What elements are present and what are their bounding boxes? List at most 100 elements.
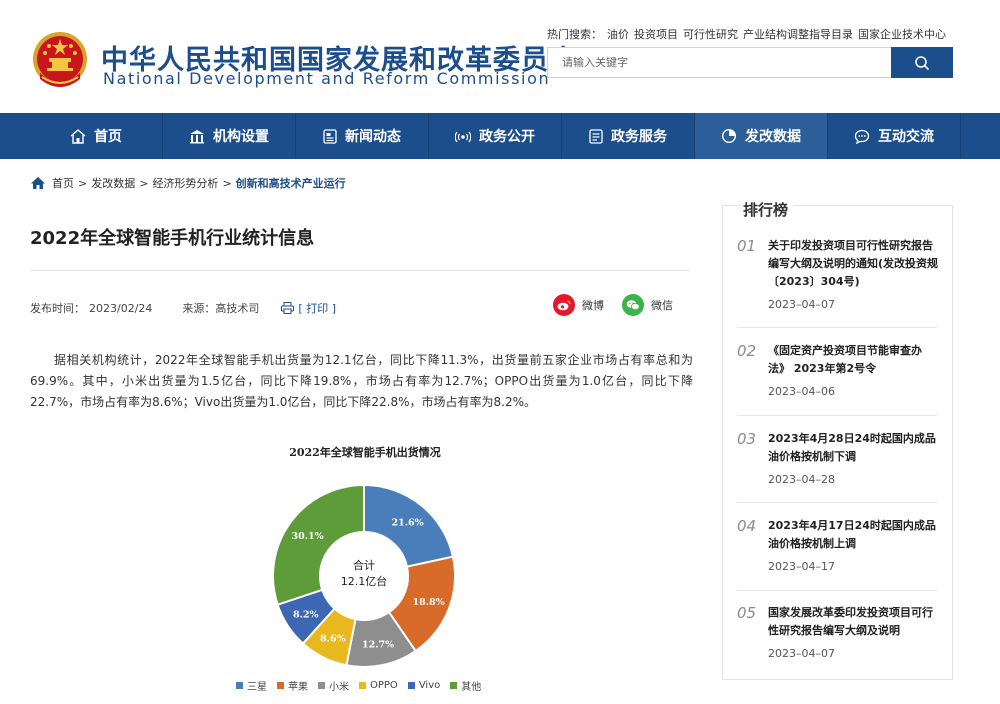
hot-search-label: 热门搜索： xyxy=(547,28,602,41)
legend-label: OPPO xyxy=(370,680,398,691)
print-button[interactable]: [ 打印 ] xyxy=(281,300,336,316)
share-wechat-label: 微信 xyxy=(651,299,673,312)
nav-item-label: 新闻动态 xyxy=(345,129,401,145)
print-label: [ 打印 ] xyxy=(298,302,336,315)
legend-label: 小米 xyxy=(329,682,349,693)
legend-swatch xyxy=(318,682,325,689)
breadcrumb-item[interactable]: 首页 xyxy=(52,175,74,191)
pie-chart-icon xyxy=(721,128,737,144)
site-title-en[interactable]: National Development and Reform Commissi… xyxy=(103,69,550,88)
slice-data-label: 12.7% xyxy=(362,640,394,651)
hot-search-link[interactable]: 可行性研究 xyxy=(683,28,738,41)
legend-item: 三星 xyxy=(236,678,267,693)
rank-title[interactable]: 2023年4月17日24时起国内成品油价格按机制上调 xyxy=(768,517,940,553)
article-source: 来源：高技术司 xyxy=(182,302,260,315)
slice-data-label: 30.1% xyxy=(292,531,324,542)
slice-data-label: 21.6% xyxy=(392,517,424,528)
nav-item-home[interactable]: 首页 xyxy=(30,113,162,159)
rank-title[interactable]: 2023年4月28日24时起国内成品油价格按机制下调 xyxy=(768,430,940,466)
nav-item-news[interactable]: 新闻动态 xyxy=(296,113,428,159)
chart-title: 2022年全球智能手机出货情况 xyxy=(289,446,441,459)
building-icon xyxy=(189,129,205,144)
broadcast-icon xyxy=(455,129,471,144)
title-divider xyxy=(30,270,690,271)
chart-legend: 三星 苹果 小米 OPPO Vivo 其他 xyxy=(236,678,491,693)
rank-number: 05 xyxy=(737,604,757,622)
main-nav: 首页 机构设置 新闻动态 政务公开 政务服务 发改数据 互动交流 xyxy=(0,113,1000,159)
hot-search: 热门搜索： 油价 投资项目 可行性研究 产业结构调整指导目录 国家企业技术中心 xyxy=(547,26,951,42)
nav-item-data[interactable]: 发改数据 xyxy=(695,113,827,159)
rank-number: 04 xyxy=(737,517,757,535)
legend-item: OPPO xyxy=(359,678,398,693)
legend-label: 其他 xyxy=(461,682,482,693)
wechat-icon xyxy=(622,294,644,316)
nav-item-interaction[interactable]: 互动交流 xyxy=(828,113,960,159)
hot-search-link[interactable]: 投资项目 xyxy=(634,28,678,41)
home-icon[interactable] xyxy=(30,176,46,190)
publish-label: 发布时间： xyxy=(30,302,85,315)
nav-item-label: 政务公开 xyxy=(479,129,535,145)
share-weibo-label: 微博 xyxy=(582,299,604,312)
article-body: 据相关机构统计，2022年全球智能手机出货量为12.1亿台，同比下降11.3%，… xyxy=(30,353,693,409)
home-icon xyxy=(70,128,86,144)
search-icon xyxy=(915,55,929,70)
rank-date: 2023–04–07 xyxy=(768,298,835,311)
rank-title[interactable]: 国家发展改革委印发投资项目可行性研究报告编写大纲及说明 xyxy=(768,604,940,640)
nav-item-label: 机构设置 xyxy=(213,129,269,145)
slice-data-label: 8.6% xyxy=(320,634,346,645)
legend-swatch xyxy=(236,682,243,689)
legend-label: 三星 xyxy=(247,682,267,693)
nav-item-label: 首页 xyxy=(94,129,122,145)
nav-divider xyxy=(960,113,961,159)
hot-search-link[interactable]: 油价 xyxy=(607,28,629,41)
legend-swatch xyxy=(277,682,284,689)
rank-date: 2023–04–28 xyxy=(768,473,835,486)
site-header: 中华人民共和国国家发展和改革委员会 National Development a… xyxy=(0,0,1000,113)
legend-label: Vivo xyxy=(418,680,441,691)
rank-divider xyxy=(737,415,937,416)
rank-title[interactable]: 《固定资产投资项目节能审查办法》 2023年第2号令 xyxy=(768,342,940,378)
nav-divider xyxy=(0,113,30,159)
search-input[interactable] xyxy=(548,48,891,77)
legend-item: 其他 xyxy=(450,678,481,693)
article-title: 2022年全球智能手机行业统计信息 xyxy=(30,228,315,249)
printer-icon xyxy=(281,302,295,314)
hot-search-link[interactable]: 国家企业技术中心 xyxy=(858,28,946,41)
rank-number: 03 xyxy=(737,430,757,448)
rank-date: 2023–04–06 xyxy=(768,385,835,398)
ranking-sidebar: 排行榜 01 关于印发投资项目可行性研究报告编写大纲及说明的通知(发改投资规〔2… xyxy=(722,199,953,680)
rank-number: 02 xyxy=(737,342,757,360)
rank-number: 01 xyxy=(737,237,757,255)
share-weibo-button[interactable]: 微博 xyxy=(553,294,604,316)
breadcrumb-item[interactable]: 发改数据 xyxy=(91,175,135,191)
nav-item-gov-affairs[interactable]: 政务公开 xyxy=(429,113,561,159)
breadcrumb-item[interactable]: 经济形势分析 xyxy=(152,175,218,191)
rank-date: 2023–04–17 xyxy=(768,560,835,573)
news-icon xyxy=(323,128,337,144)
nav-item-label: 发改数据 xyxy=(745,129,801,145)
breadcrumb-item[interactable]: 创新和高技术产业运行 xyxy=(236,175,346,191)
legend-swatch xyxy=(359,682,366,689)
chat-icon xyxy=(854,129,870,144)
rank-title[interactable]: 关于印发投资项目可行性研究报告编写大纲及说明的通知(发改投资规〔2023〕304… xyxy=(768,237,940,291)
nav-item-services[interactable]: 政务服务 xyxy=(562,113,694,159)
nav-item-organization[interactable]: 机构设置 xyxy=(163,113,295,159)
weibo-icon xyxy=(553,294,575,316)
share-wechat-button[interactable]: 微信 xyxy=(622,294,673,316)
legend-item: Vivo xyxy=(407,678,441,693)
search-box xyxy=(547,47,953,78)
hot-search-link[interactable]: 产业结构调整指导目录 xyxy=(743,28,853,41)
donut-chart: 21.6% 18.8% 12.7% 8.6% 8.2% 30.1% 合计 12.1亿台 xyxy=(272,483,456,668)
breadcrumb: 首页 > 发改数据 > 经济形势分析 > 创新和高技术产业运行 xyxy=(30,175,346,191)
legend-swatch xyxy=(407,682,415,689)
legend-swatch xyxy=(450,682,458,689)
national-emblem-icon[interactable] xyxy=(30,29,90,93)
breadcrumb-separator: > xyxy=(139,176,149,190)
search-button[interactable] xyxy=(891,47,953,78)
rank-divider xyxy=(737,590,937,591)
nav-item-label: 政务服务 xyxy=(611,129,667,145)
document-icon xyxy=(589,128,603,144)
rank-divider xyxy=(737,327,937,328)
breadcrumb-separator: > xyxy=(222,176,232,190)
sidebar-title: 排行榜 xyxy=(741,199,795,220)
